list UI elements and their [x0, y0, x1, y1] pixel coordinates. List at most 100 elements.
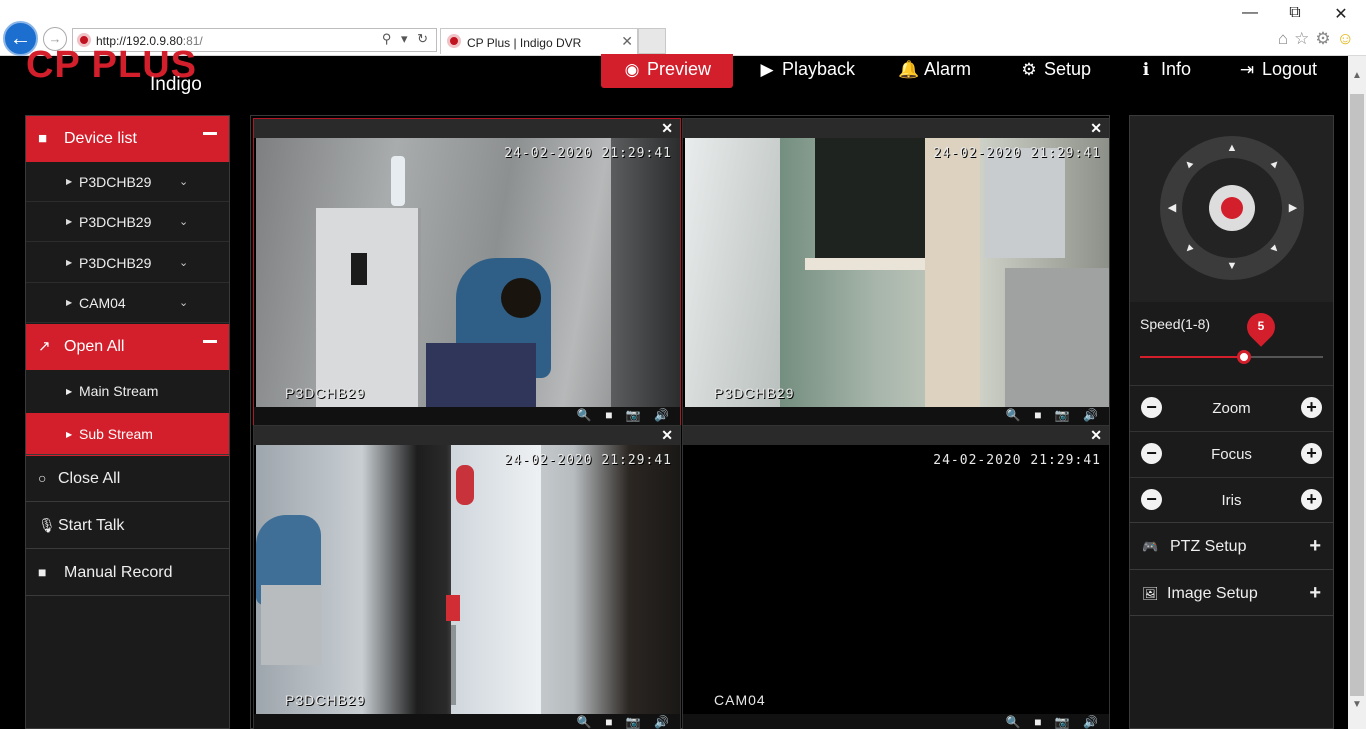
logout-icon: ⇥ — [1239, 60, 1255, 79]
camera-feed: 24-02-2020 21:29:41 P3DCHB29 — [256, 445, 680, 716]
chevron-down-icon[interactable]: ⌄ — [179, 243, 188, 283]
device-name: P3DCHB29 — [79, 255, 152, 271]
browser-tab[interactable]: CP Plus | Indigo DVR ✕ — [440, 28, 638, 54]
close-window-button[interactable]: ✕ — [1329, 4, 1353, 24]
video-cell[interactable]: ✕ 24-02-2020 21:29:41 P3DCHB29 🔍 ■ 📷 🔊 — [682, 118, 1110, 426]
zoom-out-button[interactable]: − — [1141, 397, 1162, 418]
nav-info[interactable]: ℹ Info — [1135, 54, 1203, 88]
video-cell[interactable]: ✕ 24-02-2020 21:29:41 CAM04 🔍 ■ 📷 🔊 — [682, 425, 1110, 729]
logo-product: Indigo — [150, 74, 202, 95]
main-stream-item[interactable]: ▶ Main Stream — [26, 370, 229, 413]
start-talk-button[interactable]: 🎙 Start Talk — [26, 502, 229, 549]
zoom-in-button[interactable]: + — [1301, 397, 1322, 418]
sub-stream-item[interactable]: ▶ Sub Stream — [26, 413, 229, 456]
close-icon[interactable]: ✕ — [661, 427, 673, 444]
feed-object — [1005, 268, 1109, 409]
device-list-header[interactable]: ■ Device list — [26, 116, 229, 162]
device-list-label: Device list — [64, 130, 137, 147]
video-cell-titlebar: ✕ — [683, 426, 1109, 445]
nav-preview[interactable]: ◉ Preview — [601, 54, 733, 88]
pan-up-icon[interactable]: ▲ — [1225, 142, 1239, 154]
nav-setup[interactable]: ⚙ Setup — [1018, 54, 1103, 88]
device-item[interactable]: ▶ P3DCHB29 ⌄ — [26, 202, 229, 242]
device-item[interactable]: ▶ P3DCHB29 ⌄ — [26, 243, 229, 283]
pan-right-icon[interactable]: ▶ — [1286, 201, 1300, 214]
feed-object — [426, 343, 536, 409]
video-tools-icons[interactable]: 🔍 ■ 📷 🔊 — [1006, 715, 1103, 729]
video-cell-titlebar: ✕ — [254, 426, 680, 445]
pan-down-icon[interactable]: ▼ — [1225, 260, 1239, 272]
nav-playback[interactable]: ▶ Playback — [756, 54, 867, 88]
nav-logout[interactable]: ⇥ Logout — [1236, 54, 1329, 88]
speed-slider-fill — [1140, 356, 1245, 358]
address-tools-icon[interactable]: ⚲ ▾ ↻ — [382, 31, 431, 47]
chevron-down-icon[interactable]: ⌄ — [179, 162, 188, 202]
pan-up-right-icon[interactable]: ▲ — [1266, 155, 1284, 173]
scroll-up-icon[interactable]: ▲ — [1348, 70, 1366, 81]
close-icon[interactable]: ✕ — [1090, 427, 1102, 444]
pan-left-icon[interactable]: ◀ — [1165, 201, 1179, 214]
ptz-direction-pad: ▲ ▼ ◀ ▶ ▲ ▲ ▼ ▼ — [1130, 116, 1333, 302]
collapse-icon[interactable] — [203, 340, 217, 343]
iris-close-button[interactable]: − — [1141, 489, 1162, 510]
feedback-smiley-icon[interactable]: ☺ — [1337, 29, 1360, 48]
video-cell[interactable]: ✕ 24-02-2020 21:29:41 P3DCHB29 🔍 ■ 📷 🔊 — [253, 118, 681, 426]
sub-stream-label: Sub Stream — [79, 426, 153, 442]
caret-right-icon: ▶ — [66, 387, 73, 396]
new-tab-button[interactable] — [638, 28, 666, 54]
video-cell[interactable]: ✕ 24-02-2020 21:29:41 P3DCHB29 🔍 ■ 📷 🔊 — [253, 425, 681, 729]
video-toolbar: 🔍 ■ 📷 🔊 — [254, 407, 680, 425]
ptz-center-button[interactable] — [1209, 185, 1255, 231]
focus-far-button[interactable]: + — [1301, 443, 1322, 464]
video-toolbar: 🔍 ■ 📷 🔊 — [683, 714, 1109, 729]
page-scrollbar[interactable]: ▲ ▼ — [1348, 56, 1366, 729]
browser-toolbar-icons: ⌂☆⚙☺ — [1278, 29, 1360, 49]
tab-close-icon[interactable]: ✕ — [621, 33, 633, 50]
iris-open-button[interactable]: + — [1301, 489, 1322, 510]
scrollbar-thumb[interactable] — [1350, 94, 1364, 696]
scroll-down-icon[interactable]: ▼ — [1348, 699, 1366, 710]
device-item[interactable]: ▶ P3DCHB29 ⌄ — [26, 162, 229, 202]
feed-object — [451, 625, 456, 705]
speed-slider-handle[interactable] — [1237, 350, 1252, 364]
gear-icon: ⚙ — [1021, 60, 1037, 79]
video-tools-icons[interactable]: 🔍 ■ 📷 🔊 — [577, 715, 674, 729]
focus-near-button[interactable]: − — [1141, 443, 1162, 464]
open-all-header[interactable]: ↗ Open All — [26, 324, 229, 370]
device-item[interactable]: ▶ CAM04 ⌄ — [26, 283, 229, 323]
video-tools-icons[interactable]: 🔍 ■ 📷 🔊 — [577, 408, 674, 422]
ptz-ring[interactable]: ▲ ▼ ◀ ▶ ▲ ▲ ▼ ▼ — [1160, 136, 1304, 280]
pan-up-left-icon[interactable]: ▲ — [1180, 155, 1198, 173]
ptz-setup-row[interactable]: 🎮 PTZ Setup + — [1130, 522, 1333, 569]
manual-record-label: Manual Record — [64, 564, 173, 581]
chevron-down-icon[interactable]: ⌄ — [179, 202, 188, 242]
home-icon[interactable]: ⌂ — [1278, 29, 1294, 48]
manual-record-button[interactable]: ■ Manual Record — [26, 549, 229, 596]
microphone-icon: 🎙 — [38, 517, 56, 533]
restore-button[interactable]: ⧉ — [1283, 4, 1307, 22]
focus-label: Focus — [1211, 446, 1252, 463]
image-setup-row[interactable]: 🖼 Image Setup + — [1130, 569, 1333, 616]
close-icon[interactable]: ✕ — [1090, 120, 1102, 137]
camera-feed: 24-02-2020 21:29:41 CAM04 — [685, 445, 1109, 716]
settings-gear-icon[interactable]: ⚙ — [1315, 29, 1336, 48]
minimize-button[interactable]: — — [1238, 4, 1262, 22]
circle-outline-icon: ○ — [38, 470, 47, 486]
expand-plus-icon[interactable]: + — [1309, 523, 1321, 570]
nav-alarm[interactable]: 🔔 Alarm — [898, 54, 983, 88]
close-all-button[interactable]: ○ Close All — [26, 455, 229, 502]
video-tools-icons[interactable]: 🔍 ■ 📷 🔊 — [1006, 408, 1103, 422]
caret-right-icon: ▶ — [66, 217, 73, 226]
chevron-down-icon[interactable]: ⌄ — [179, 283, 188, 323]
close-icon[interactable]: ✕ — [661, 120, 673, 137]
left-sidebar: ■ Device list ▶ P3DCHB29 ⌄ ▶ P3DCHB29 ⌄ … — [25, 115, 230, 729]
tab-favicon-icon — [447, 34, 461, 48]
expand-plus-icon[interactable]: + — [1309, 570, 1321, 617]
pan-down-right-icon[interactable]: ▼ — [1266, 240, 1284, 258]
eye-icon: ◉ — [624, 60, 640, 79]
video-channel-name: P3DCHB29 — [285, 385, 366, 401]
collapse-icon[interactable] — [203, 132, 217, 135]
favorites-star-icon[interactable]: ☆ — [1294, 29, 1315, 48]
speed-slider[interactable] — [1140, 356, 1323, 358]
video-cell-titlebar: ✕ — [254, 119, 680, 138]
